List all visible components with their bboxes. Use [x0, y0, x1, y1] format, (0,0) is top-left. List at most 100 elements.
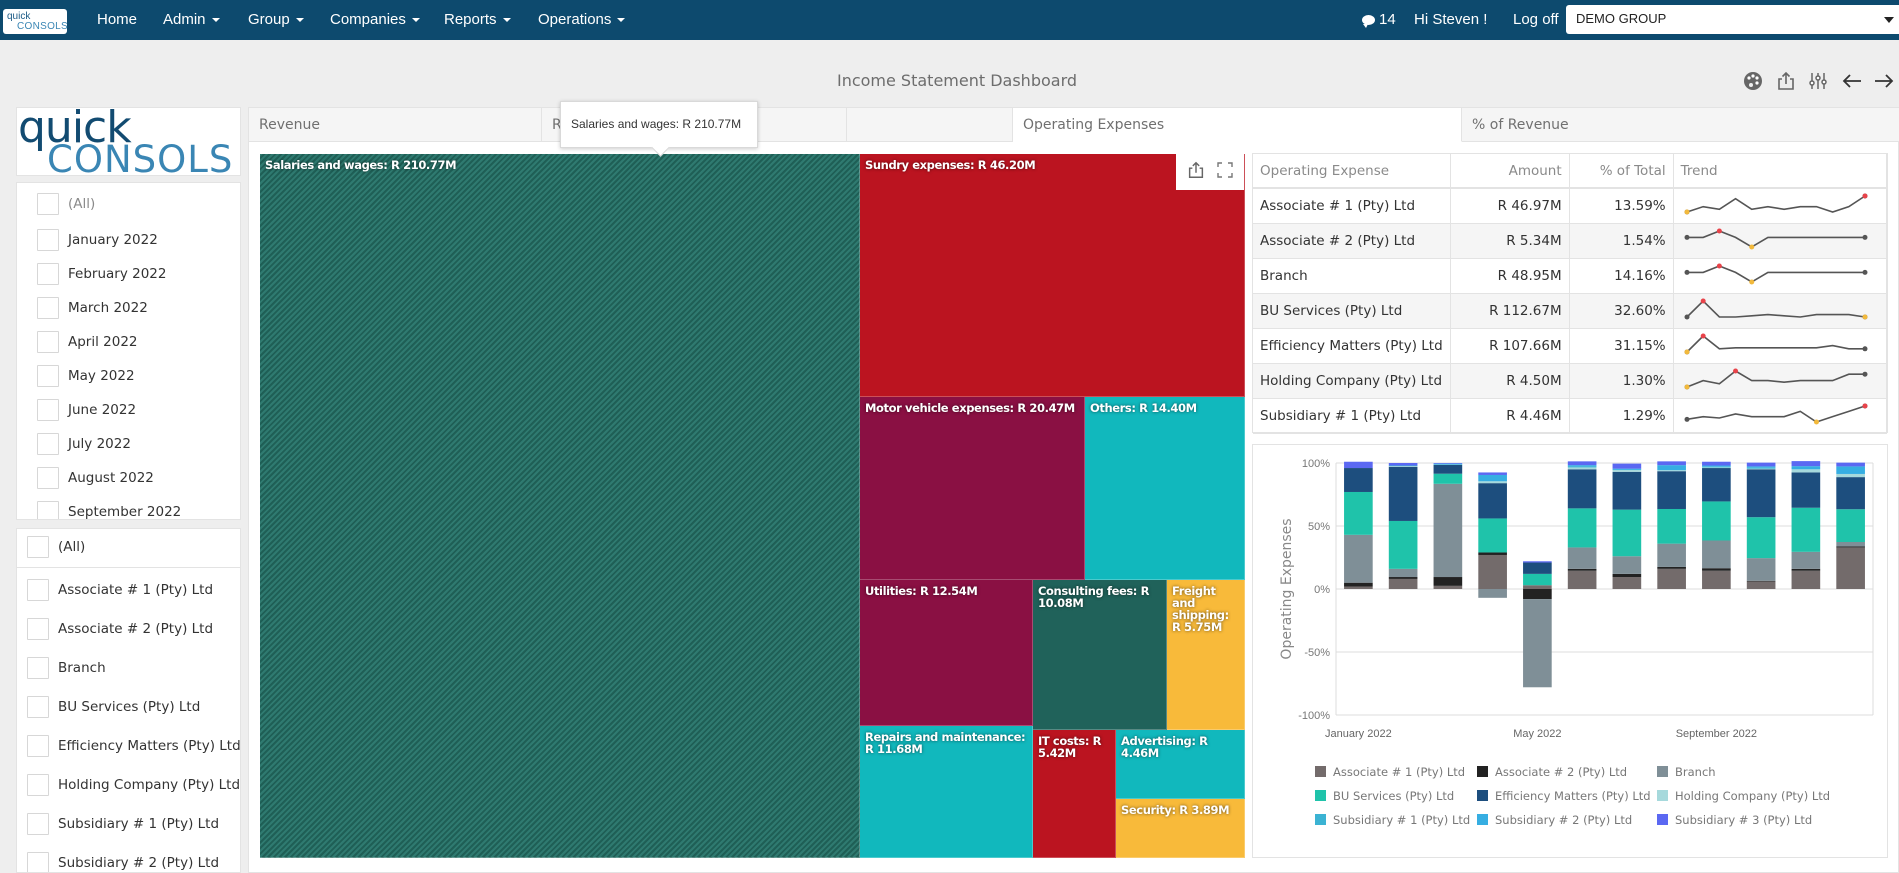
treemap-cell[interactable]: Others: R 14.40M	[1085, 397, 1245, 580]
nav-group[interactable]: Group	[248, 11, 304, 28]
fullscreen-icon[interactable]	[1216, 161, 1234, 183]
period-filter-item[interactable]: February 2022	[17, 258, 240, 292]
legend-item[interactable]: BU Services (Pty) Ltd	[1315, 789, 1454, 803]
period-filter-item[interactable]: June 2022	[17, 394, 240, 428]
checkbox[interactable]	[37, 365, 59, 387]
period-filter-item[interactable]: July 2022	[17, 428, 240, 462]
company-filter-item[interactable]: Associate # 2 (Pty) Ltd	[17, 612, 240, 646]
arrow-right-icon[interactable]	[1873, 70, 1895, 92]
company-filter-item[interactable]: Efficiency Matters (Pty) Ltd	[17, 729, 240, 763]
nav-reports[interactable]: Reports	[444, 11, 511, 28]
bar-segment	[1344, 461, 1373, 469]
logoff-link[interactable]: Log off	[1513, 11, 1559, 28]
column-header-percent[interactable]: % of Total	[1569, 154, 1674, 189]
company-filter-item[interactable]: Branch	[17, 651, 240, 685]
period-filter-item[interactable]: September 2022	[17, 496, 240, 519]
period-filter-item[interactable]: August 2022	[17, 462, 240, 496]
nav-admin[interactable]: Admin	[163, 11, 220, 28]
treemap-cell[interactable]: Repairs and maintenance: R 11.68M	[860, 726, 1033, 858]
checkbox[interactable]	[27, 579, 49, 601]
period-filter-item[interactable]: May 2022	[17, 360, 240, 394]
checkbox[interactable]	[27, 696, 49, 718]
period-filter-item[interactable]: April 2022	[17, 326, 240, 360]
checkbox[interactable]	[27, 852, 49, 872]
export-icon[interactable]	[1186, 160, 1206, 184]
legend-item[interactable]: Subsidiary # 3 (Pty) Ltd	[1657, 813, 1812, 827]
checkbox[interactable]	[37, 229, 59, 251]
period-filter-item[interactable]: January 2022	[17, 224, 240, 258]
treemap-cell[interactable]: Advertising: R 4.46M	[1116, 730, 1245, 799]
nav-home[interactable]: Home	[97, 11, 137, 28]
palette-icon[interactable]	[1742, 70, 1764, 92]
company-filter-item[interactable]: BU Services (Pty) Ltd	[17, 690, 240, 724]
nav-operations[interactable]: Operations	[538, 11, 626, 28]
checkbox[interactable]	[27, 536, 49, 558]
legend-item[interactable]: Subsidiary # 2 (Pty) Ltd	[1477, 813, 1632, 827]
company-filter-item[interactable]: Associate # 1 (Pty) Ltd	[17, 573, 240, 607]
group-select[interactable]: DEMO GROUP	[1566, 5, 1899, 34]
grid-row[interactable]: Holding Company (Pty) Ltd R 4.50M 1.30%	[1253, 363, 1888, 399]
grid-row[interactable]: Efficiency Matters (Pty) Ltd R 107.66M 31.…	[1253, 328, 1888, 364]
legend-item[interactable]: Associate # 2 (Pty) Ltd	[1477, 765, 1627, 779]
period-filter-item[interactable]: March 2022	[17, 292, 240, 326]
messages-link[interactable]: 14	[1362, 11, 1396, 29]
tab-revenue[interactable]: Revenue	[249, 108, 542, 142]
legend-item[interactable]: Subsidiary # 1 (Pty) Ltd	[1315, 813, 1470, 827]
checkbox[interactable]	[37, 331, 59, 353]
filter-sliders-icon[interactable]	[1807, 70, 1829, 92]
legend-swatch	[1657, 766, 1668, 777]
arrow-left-icon[interactable]	[1841, 70, 1863, 92]
period-filter-all[interactable]: (All)	[17, 187, 240, 221]
legend-item[interactable]: Holding Company (Pty) Ltd	[1657, 789, 1830, 803]
checkbox[interactable]	[27, 735, 49, 757]
grid-row[interactable]: Subsidiary # 1 (Pty) Ltd R 4.46M 1.29%	[1253, 398, 1888, 434]
company-filter-item[interactable]: Holding Company (Pty) Ltd	[17, 768, 240, 802]
checkbox[interactable]	[37, 501, 59, 519]
grid-row[interactable]: Associate # 2 (Pty) Ltd R 5.34M 1.54%	[1253, 223, 1888, 259]
treemap-cell-label: Advertising: R 4.46M	[1121, 734, 1208, 760]
tab-hidden[interactable]	[847, 108, 1013, 142]
brand-logo[interactable]: quick CONSOLS	[3, 9, 68, 34]
checkbox[interactable]	[37, 193, 59, 215]
tab-operating-expenses[interactable]: Operating Expenses	[1013, 108, 1462, 142]
legend-item[interactable]: Branch	[1657, 765, 1716, 779]
company-filter-item[interactable]: Subsidiary # 2 (Pty) Ltd	[17, 846, 240, 872]
cell-amount: R 5.34M	[1450, 223, 1570, 259]
bar-segment	[1791, 466, 1821, 470]
column-header-operating-expense[interactable]: Operating Expense	[1253, 154, 1451, 189]
grid-row[interactable]: BU Services (Pty) Ltd R 112.67M 32.60%	[1253, 293, 1888, 329]
nav-companies[interactable]: Companies	[330, 11, 420, 28]
treemap-cell[interactable]: Sundry expenses: R 46.20M	[860, 154, 1245, 397]
column-header-trend[interactable]: Trend	[1673, 154, 1888, 189]
tab-percent-of-revenue[interactable]: % of Revenue	[1462, 108, 1899, 142]
legend-item[interactable]: Efficiency Matters (Pty) Ltd	[1477, 789, 1651, 803]
treemap-cell[interactable]: Freight and shipping: R 5.75M	[1167, 580, 1245, 730]
treemap-cell[interactable]: Motor vehicle expenses: R 20.47M	[860, 397, 1085, 580]
export-icon[interactable]	[1775, 70, 1797, 92]
checkbox[interactable]	[37, 263, 59, 285]
checkbox[interactable]	[37, 467, 59, 489]
legend-item[interactable]: Associate # 1 (Pty) Ltd	[1315, 765, 1465, 779]
treemap-cell[interactable]: Security: R 3.89M	[1116, 799, 1245, 858]
treemap-cell[interactable]: Utilities: R 12.54M	[860, 580, 1033, 726]
checkbox[interactable]	[27, 618, 49, 640]
y-tick-label: 0%	[1314, 584, 1330, 596]
checkbox[interactable]	[27, 774, 49, 796]
checkbox[interactable]	[37, 399, 59, 421]
bar-segment	[1478, 589, 1507, 598]
checkbox[interactable]	[37, 297, 59, 319]
checkbox[interactable]	[27, 657, 49, 679]
checkbox[interactable]	[27, 813, 49, 835]
treemap-cell[interactable]: Consulting fees: R 10.08M	[1033, 580, 1167, 730]
bar-segment	[1523, 573, 1552, 586]
column-header-amount[interactable]: Amount	[1450, 154, 1570, 189]
grid-row[interactable]: Associate # 1 (Pty) Ltd R 46.97M 13.59%	[1253, 188, 1888, 224]
company-filter-item[interactable]: Subsidiary # 1 (Pty) Ltd	[17, 807, 240, 841]
greeting-link[interactable]: Hi Steven !	[1414, 11, 1487, 28]
checkbox[interactable]	[37, 433, 59, 455]
treemap-cell[interactable]: IT costs: R 5.42M	[1033, 730, 1116, 858]
bar-segment	[1746, 467, 1776, 469]
company-filter-all[interactable]: (All)	[17, 529, 240, 567]
treemap-cell[interactable]: Salaries and wages: R 210.77M	[260, 154, 860, 858]
grid-row[interactable]: Branch R 48.95M 14.16%	[1253, 258, 1888, 294]
